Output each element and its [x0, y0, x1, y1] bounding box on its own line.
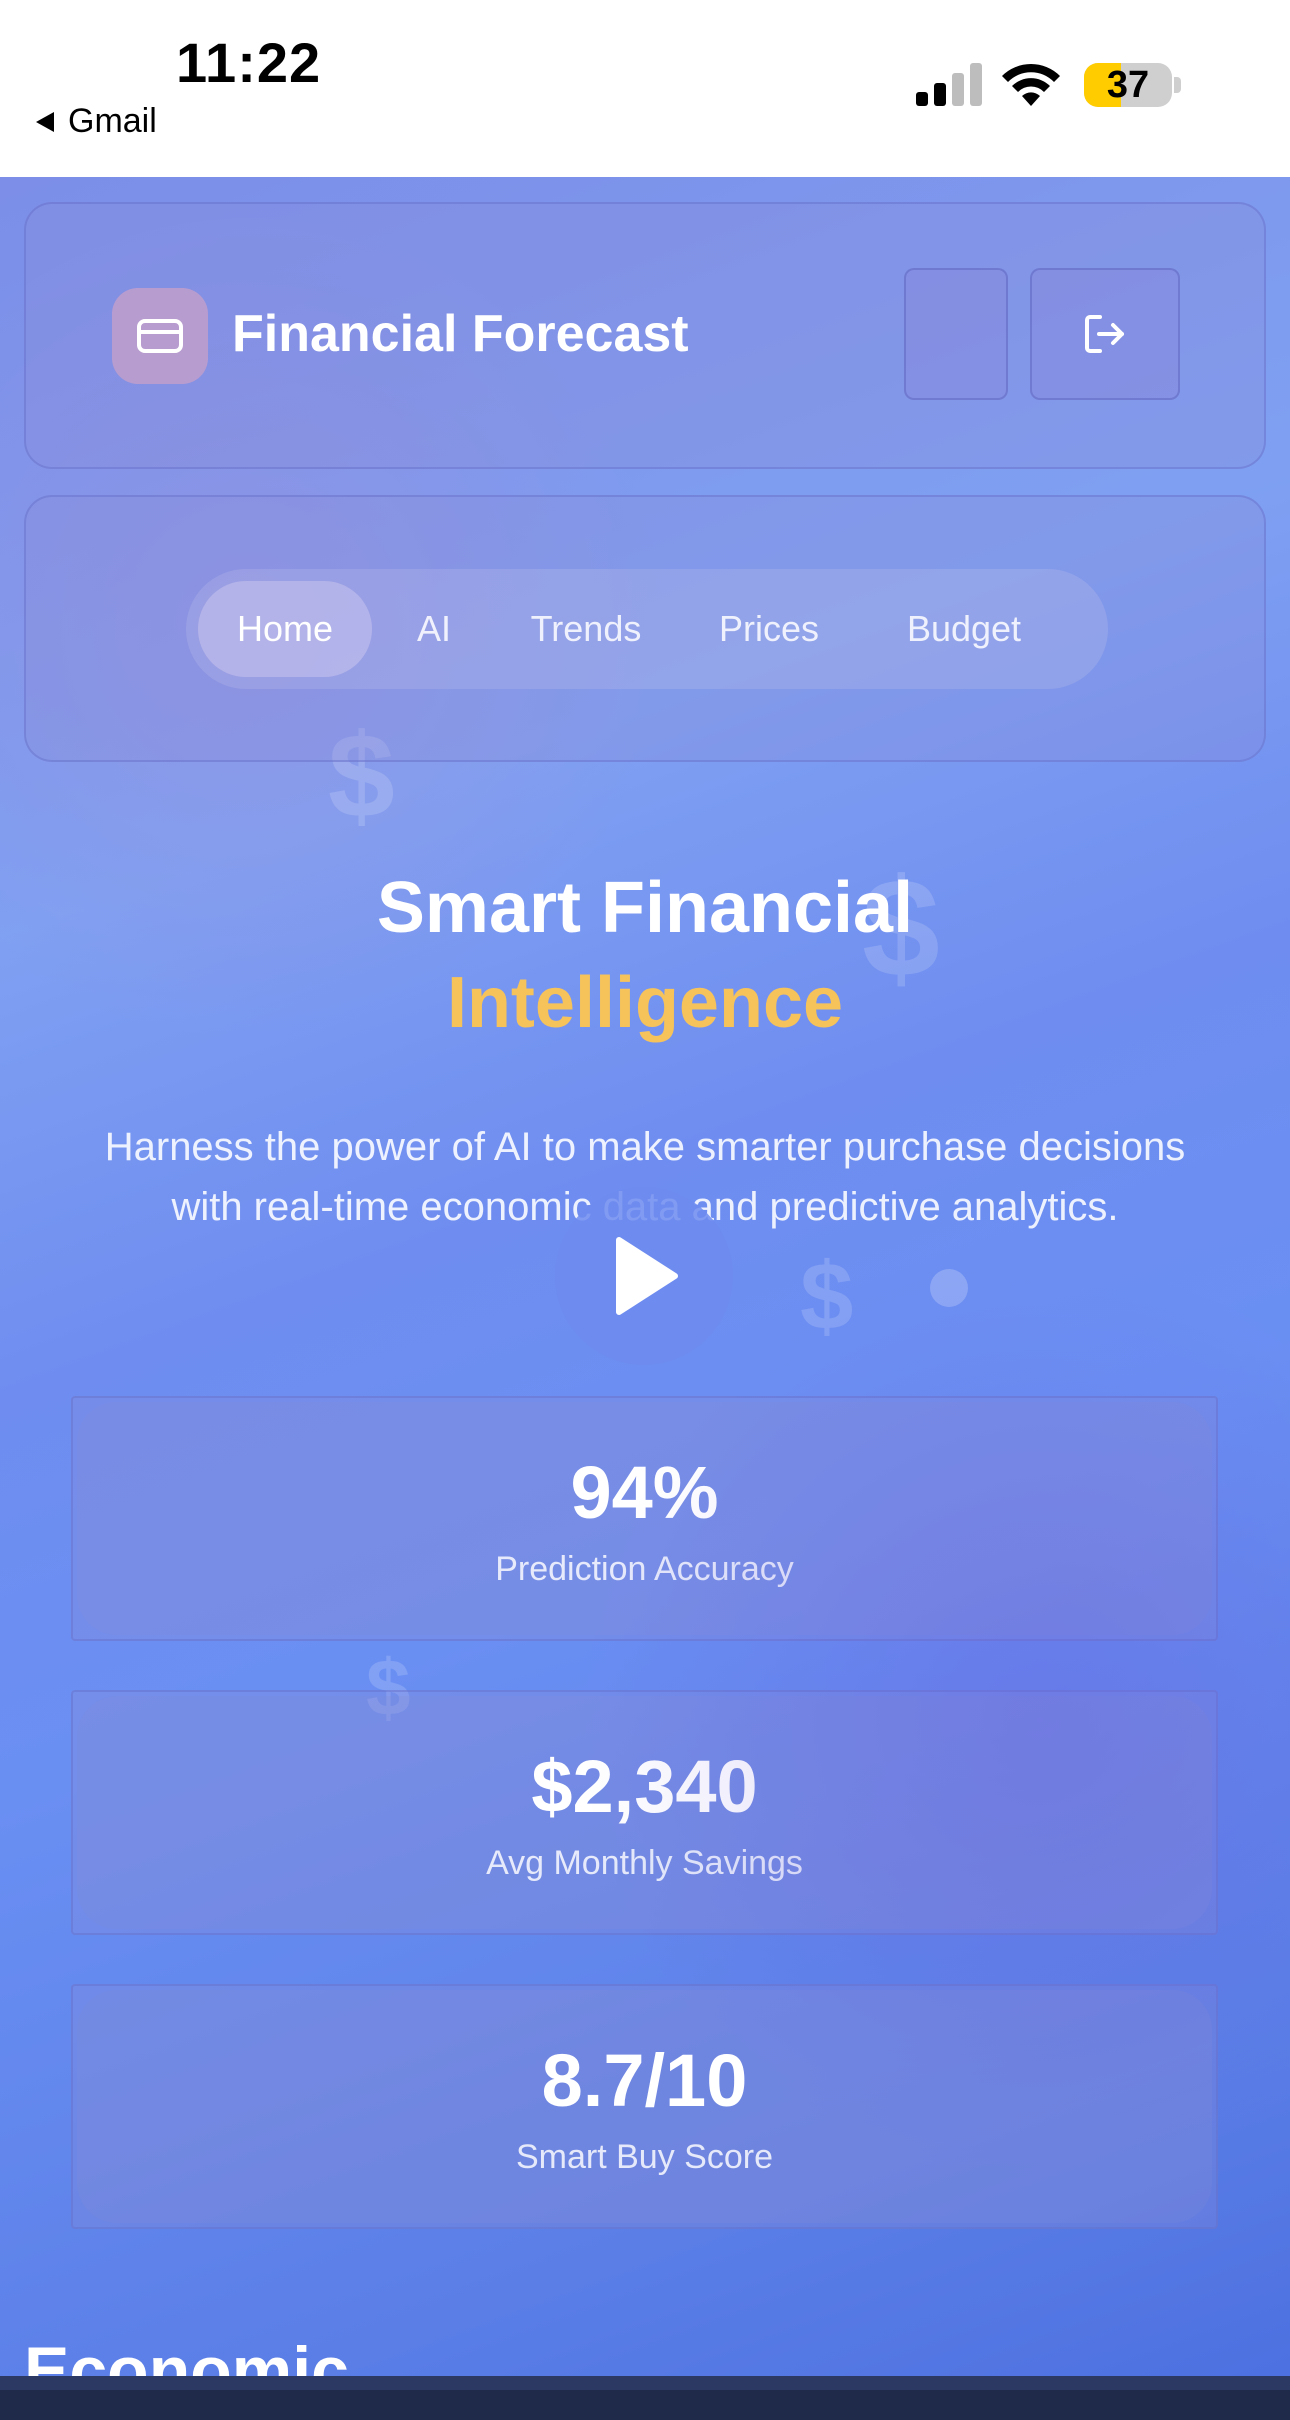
- tab-home[interactable]: Home: [198, 581, 372, 677]
- stat-label: Prediction Accuracy: [495, 1550, 794, 1588]
- wifi-icon: [1002, 63, 1060, 106]
- battery-level: 37: [1106, 63, 1150, 106]
- header-action-button[interactable]: [904, 268, 1008, 400]
- battery-cap: [1174, 77, 1181, 93]
- decor-dot: [930, 1269, 968, 1307]
- stat-card: 94% Prediction Accuracy: [71, 1396, 1218, 1641]
- play-icon: [616, 1237, 678, 1315]
- bottom-bar: [0, 2376, 1290, 2420]
- logo: [112, 288, 208, 384]
- stat-value: 94%: [570, 1451, 719, 1534]
- status-bar: 11:22 Gmail 37: [0, 0, 1290, 177]
- stat-value: 8.7/10: [541, 2039, 748, 2122]
- app-title: Financial Forecast: [232, 305, 689, 363]
- tab-ai[interactable]: AI: [398, 581, 470, 677]
- back-label: Gmail: [68, 102, 157, 140]
- battery-icon: 37: [1084, 63, 1172, 107]
- stat-label: Smart Buy Score: [516, 2138, 773, 2176]
- hero-title-line2: Intelligence: [446, 963, 844, 1043]
- stat-label: Avg Monthly Savings: [486, 1844, 803, 1882]
- back-to-gmail-link[interactable]: Gmail: [36, 102, 157, 141]
- logout-button[interactable]: [1030, 268, 1180, 400]
- logout-icon: [1085, 315, 1124, 353]
- nav-tabs: Home AI Trends Prices Budget: [186, 569, 1108, 689]
- signal-icon: [916, 63, 982, 106]
- app-screen: $ $ $ $ Financial Forecast Home AI Trend…: [0, 177, 1290, 2420]
- hero-title-line1: Smart Financial: [376, 868, 914, 948]
- stat-card: $2,340 Avg Monthly Savings: [71, 1690, 1218, 1935]
- decor-dollar: $: [800, 1243, 854, 1350]
- tab-budget[interactable]: Budget: [876, 581, 1052, 677]
- credit-card-icon: [137, 319, 183, 353]
- nav-panel: Home AI Trends Prices Budget: [24, 495, 1266, 762]
- stat-card: 8.7/10 Smart Buy Score: [71, 1984, 1218, 2229]
- play-video-button[interactable]: [555, 1187, 733, 1365]
- tab-prices[interactable]: Prices: [704, 581, 834, 677]
- header-panel: Financial Forecast: [24, 202, 1266, 469]
- status-time: 11:22: [176, 31, 322, 94]
- stat-value: $2,340: [531, 1745, 758, 1828]
- back-arrow-icon: [36, 111, 54, 132]
- tab-trends[interactable]: Trends: [516, 581, 656, 677]
